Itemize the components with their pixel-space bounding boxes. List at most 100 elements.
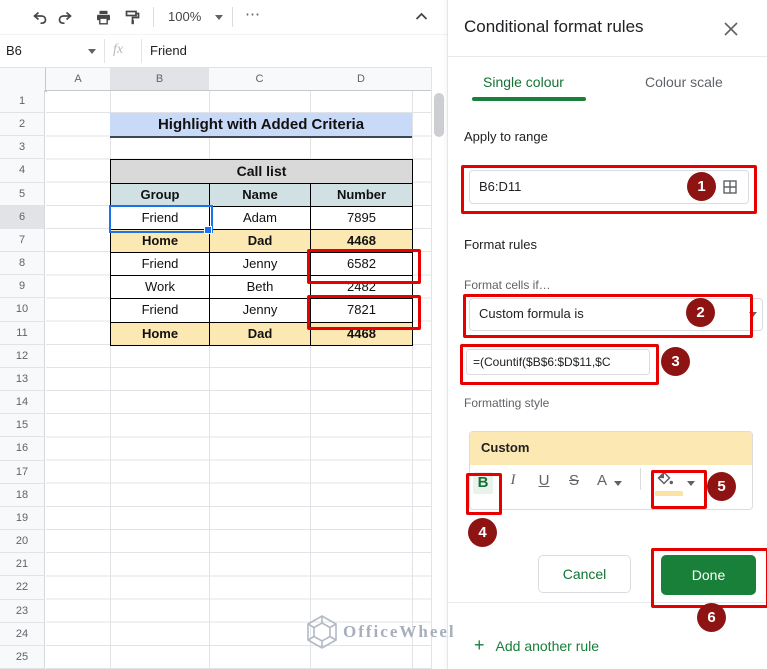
column-header-C[interactable]: C xyxy=(209,67,311,91)
cell-D6[interactable]: 7895 xyxy=(310,206,413,230)
step-badge-1: 1 xyxy=(687,172,716,201)
vertical-scrollbar-track[interactable] xyxy=(431,67,448,669)
conditional-format-panel: Conditional format rules Single colour C… xyxy=(447,0,767,669)
collapse-toolbar-icon[interactable] xyxy=(413,8,430,25)
row-header-12[interactable]: 12 xyxy=(0,345,45,368)
table-header-name[interactable]: Name xyxy=(209,183,311,207)
more-options-button[interactable]: ⋯ xyxy=(245,5,261,23)
cell-B10[interactable]: Friend xyxy=(110,298,210,322)
row-header-2[interactable]: 2 xyxy=(0,113,45,136)
row-header-5[interactable]: 5 xyxy=(0,183,45,206)
cell-B8[interactable]: Friend xyxy=(110,252,210,276)
print-icon[interactable] xyxy=(95,9,112,26)
tab-colour-scale[interactable]: Colour scale xyxy=(645,74,723,90)
paint-format-icon[interactable] xyxy=(124,9,141,26)
strikethrough-button[interactable]: S xyxy=(564,472,584,489)
row-header-24[interactable]: 24 xyxy=(0,623,45,646)
cancel-button[interactable]: Cancel xyxy=(538,555,631,593)
vertical-scrollbar-thumb[interactable] xyxy=(434,93,444,137)
close-icon[interactable] xyxy=(721,19,741,39)
row-header-16[interactable]: 16 xyxy=(0,437,45,460)
row-header-6[interactable]: 6 xyxy=(0,206,45,229)
name-box[interactable]: B6 xyxy=(6,43,22,58)
cell-D8[interactable]: 6582 xyxy=(310,252,413,276)
cell-B11[interactable]: Home xyxy=(110,322,210,346)
table-title-cell[interactable]: Call list xyxy=(110,159,413,183)
row-header-8[interactable]: 8 xyxy=(0,252,45,275)
row-header-20[interactable]: 20 xyxy=(0,530,45,553)
divider xyxy=(104,39,105,63)
chevron-down-icon[interactable] xyxy=(88,49,96,54)
row-header-9[interactable]: 9 xyxy=(0,275,45,298)
divider xyxy=(640,468,641,490)
row-header-11[interactable]: 11 xyxy=(0,322,45,345)
row-header-4[interactable]: 4 xyxy=(0,159,45,182)
custom-formula-value[interactable]: =(Countif($B$6:$D$11,$C xyxy=(473,355,611,369)
step-badge-3: 3 xyxy=(661,347,690,376)
row-header-14[interactable]: 14 xyxy=(0,391,45,414)
selected-cell-outline xyxy=(109,205,213,233)
fill-handle[interactable] xyxy=(204,226,212,234)
row-header-15[interactable]: 15 xyxy=(0,414,45,437)
row-header-23[interactable]: 23 xyxy=(0,600,45,623)
bold-button[interactable]: B xyxy=(473,472,493,494)
format-cells-if-label: Format cells if… xyxy=(464,278,551,292)
table-header-group[interactable]: Group xyxy=(110,183,210,207)
column-header-A[interactable]: A xyxy=(46,67,111,91)
plus-icon: + xyxy=(474,635,485,656)
sheet-title-cell[interactable]: Highlight with Added Criteria xyxy=(110,113,412,138)
step-badge-5: 5 xyxy=(707,472,736,501)
row-header-22[interactable]: 22 xyxy=(0,576,45,599)
undo-icon[interactable] xyxy=(31,9,48,26)
done-button[interactable]: Done xyxy=(661,555,756,595)
chevron-down-icon[interactable] xyxy=(749,312,757,317)
redo-icon[interactable] xyxy=(57,9,74,26)
column-header-B[interactable]: B xyxy=(110,67,210,91)
table-header-number[interactable]: Number xyxy=(310,183,413,207)
select-data-range-icon[interactable] xyxy=(722,179,738,195)
italic-button[interactable]: I xyxy=(503,472,523,489)
cell-D11[interactable]: 4468 xyxy=(310,322,413,346)
cell-C7[interactable]: Dad xyxy=(209,229,311,253)
zoom-control[interactable]: 100% xyxy=(168,9,223,24)
fill-color-icon[interactable] xyxy=(656,471,674,487)
cell-D10[interactable]: 7821 xyxy=(310,298,413,322)
row-header-17[interactable]: 17 xyxy=(0,461,45,484)
cell-C8[interactable]: Jenny xyxy=(209,252,311,276)
tab-single-colour[interactable]: Single colour xyxy=(483,74,564,90)
cell-C9[interactable]: Beth xyxy=(209,275,311,299)
sheet-toolbar: 100% ⋯ xyxy=(0,0,447,34)
row-header-1[interactable]: 1 xyxy=(0,90,45,113)
row-header-25[interactable]: 25 xyxy=(0,646,45,669)
cell-C11[interactable]: Dad xyxy=(209,322,311,346)
add-another-rule-button[interactable]: + Add another rule xyxy=(474,635,599,656)
step-badge-6: 6 xyxy=(697,603,726,632)
fill-color-swatch xyxy=(655,491,683,496)
style-preview-text: Custom xyxy=(481,440,529,455)
underline-button[interactable]: U xyxy=(534,472,554,489)
cell-C6[interactable]: Adam xyxy=(209,206,311,230)
row-header-19[interactable]: 19 xyxy=(0,507,45,530)
step-badge-2: 2 xyxy=(686,298,715,327)
active-tab-underline xyxy=(472,97,586,101)
cell-B9[interactable]: Work xyxy=(110,275,210,299)
condition-dropdown-value[interactable]: Custom formula is xyxy=(479,306,584,321)
cell-D7[interactable]: 4468 xyxy=(310,229,413,253)
column-header-partial[interactable] xyxy=(412,67,432,91)
formula-bar-content[interactable]: Friend xyxy=(150,43,187,58)
chevron-down-icon[interactable] xyxy=(687,481,695,486)
select-all-corner[interactable] xyxy=(0,67,47,92)
column-header-D[interactable]: D xyxy=(310,67,413,91)
row-header-7[interactable]: 7 xyxy=(0,229,45,252)
range-input-value[interactable]: B6:D11 xyxy=(479,179,521,194)
chevron-down-icon[interactable] xyxy=(614,481,622,486)
row-header-21[interactable]: 21 xyxy=(0,553,45,576)
row-header-10[interactable]: 10 xyxy=(0,298,45,321)
toolbar-separator xyxy=(153,7,154,27)
cell-C10[interactable]: Jenny xyxy=(209,298,311,322)
text-color-button[interactable]: A xyxy=(592,472,612,489)
row-header-18[interactable]: 18 xyxy=(0,484,45,507)
row-header-13[interactable]: 13 xyxy=(0,368,45,391)
cell-D9[interactable]: 2482 xyxy=(310,275,413,299)
row-header-3[interactable]: 3 xyxy=(0,136,45,159)
